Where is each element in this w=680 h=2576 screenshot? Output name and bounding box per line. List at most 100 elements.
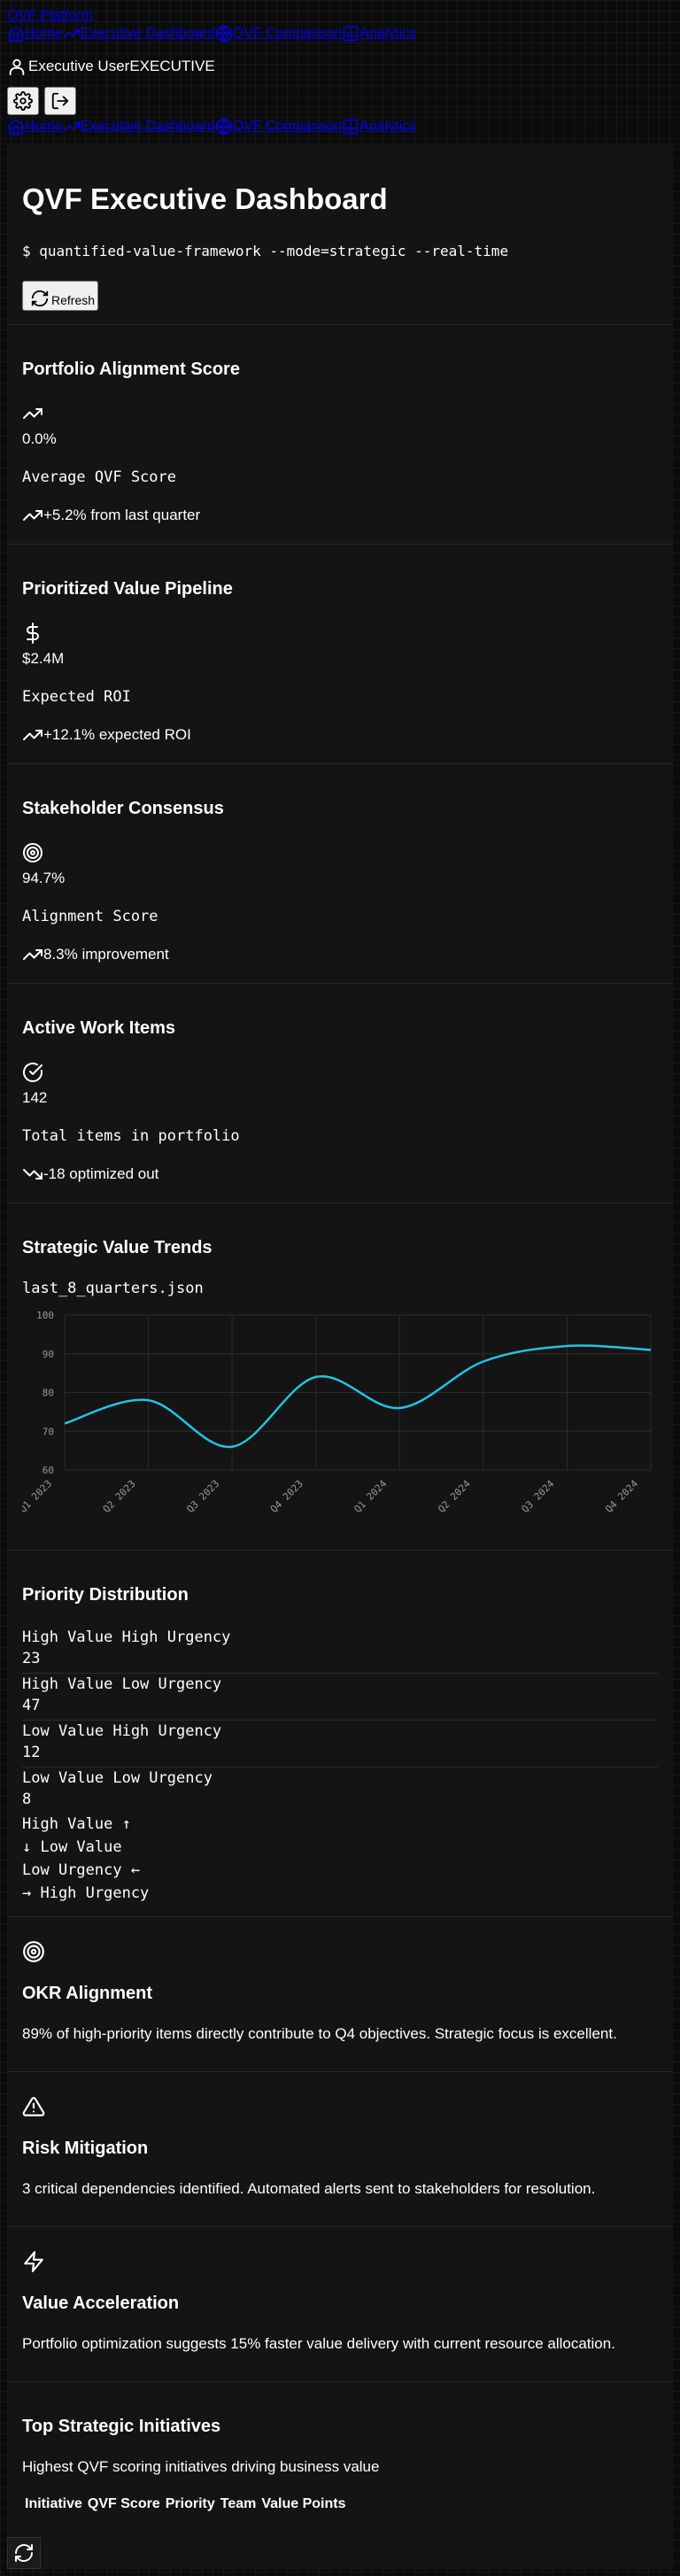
strategic-value-trends: Strategic Value Trends last_8_quarters.j… (7, 1203, 673, 1551)
nav-link-label: Executive Dashboard (80, 119, 215, 134)
nav-links: Home Executive Dashboard QVF Comparison … (7, 118, 416, 135)
nav-link-qvf-comparison[interactable]: QVF Comparison (215, 25, 342, 43)
refresh-icon (15, 2544, 33, 2562)
kpi-trend: -18 optimized out (22, 1164, 158, 1185)
insight-value-acceleration: Value Acceleration Portfolio optimizatio… (7, 2226, 673, 2382)
kpi-label: Average QVF Score (22, 468, 176, 486)
dashboard-main: QVF Executive Dashboard $ quantified-val… (7, 143, 673, 2570)
settings-button[interactable] (7, 87, 39, 115)
quadrant-label: High Value Low Urgency (22, 1675, 222, 1693)
nav-link-executive-dashboard[interactable]: Executive Dashboard (63, 25, 215, 43)
trending-up-icon (63, 122, 80, 131)
kpi-title: Portfolio Alignment Score (22, 360, 240, 379)
home-icon (8, 26, 24, 43)
kpi-value: 0.0% (22, 430, 57, 447)
kpi-label: Expected ROI (22, 688, 131, 706)
kpi-card-stakeholder-consensus: Stakeholder Consensus 94.7% Alignment Sc… (7, 763, 673, 984)
kpi-trend: +5.2% from last quarter (22, 505, 200, 526)
command-line: $ quantified-value-framework --mode=stra… (22, 243, 509, 259)
kpi-card-active-work-items: Active Work Items 142 Total items in por… (7, 983, 673, 1203)
kpi-value: 142 (22, 1089, 48, 1106)
column-header[interactable]: Initiative (25, 2496, 82, 2512)
priority-quadrant: High Value High Urgency 23 (22, 1628, 658, 1674)
kpi-trend: 8.3% improvement (22, 944, 169, 965)
header-actions (7, 87, 76, 115)
kpi-value: $2.4M (22, 650, 65, 667)
y-tick-label: 80 (42, 1388, 54, 1399)
trending-down-icon (23, 1169, 42, 1180)
x-tick-label: Q4 2023 (268, 1478, 305, 1515)
series-line (64, 1344, 652, 1449)
initiatives-subtitle: Highest QVF scoring initiatives driving … (22, 2458, 380, 2475)
kpi-label: Total items in portfolio (22, 1127, 240, 1145)
quadrant-count: 12 (22, 1744, 41, 1761)
user-role: EXECUTIVE (129, 58, 215, 74)
brand-link[interactable]: QVF Platform (7, 7, 416, 25)
user-name: Executive User (28, 58, 130, 74)
floating-refresh-button[interactable] (7, 2537, 41, 2569)
nav-link-analytics[interactable]: Analytics (342, 25, 416, 43)
column-header[interactable]: Value Points (261, 2496, 345, 2512)
kpi-value: 94.7% (22, 870, 66, 886)
trending-up-icon (63, 29, 80, 39)
x-tick-label: Q1 2024 (352, 1478, 389, 1515)
nav-link-label: Analytics (359, 26, 417, 41)
quadrant-label: High Value High Urgency (22, 1628, 231, 1646)
zap-icon (22, 2250, 45, 2273)
gear-icon (13, 91, 33, 111)
column-header[interactable]: Team (220, 2496, 257, 2512)
kpi-card-value-pipeline: Prioritized Value Pipeline $2.4M Expecte… (7, 544, 673, 764)
x-tick-label: Q2 2024 (436, 1478, 473, 1515)
bar-chart-icon (344, 119, 359, 135)
kpi-title: Prioritized Value Pipeline (22, 579, 233, 599)
kpi-trend: +12.1% expected ROI (22, 724, 191, 746)
alert-triangle-icon (22, 2095, 45, 2118)
home-icon (8, 119, 24, 135)
column-header[interactable]: QVF Score (88, 2496, 160, 2512)
top-strategic-initiatives: Top Strategic Initiatives Highest QVF sc… (7, 2381, 673, 2571)
axis-label-high-urgency: → High Urgency (22, 1884, 150, 1902)
logout-button[interactable] (44, 87, 76, 115)
quadrant-count: 23 (22, 1650, 41, 1667)
kpi-card-portfolio-alignment: Portfolio Alignment Score 0.0% Average Q… (7, 324, 673, 545)
nav-link-qvf-comparison[interactable]: QVF Comparison (215, 118, 343, 135)
x-tick-label: Q1 2023 (22, 1478, 54, 1515)
insight-text: 3 critical dependencies identified. Auto… (22, 2180, 596, 2197)
quadrant-count: 8 (22, 1791, 32, 1808)
globe-icon (215, 118, 232, 135)
priority-quadrant: Low Value High Urgency 12 (22, 1722, 658, 1768)
secondary-nav: Home Executive Dashboard QVF Comparison … (7, 118, 416, 135)
chart-title: Strategic Value Trends (22, 1238, 212, 1257)
priority-title: Priority Distribution (22, 1585, 189, 1605)
x-tick-label: Q4 2024 (603, 1478, 640, 1515)
user-info: Executive User EXECUTIVE (7, 57, 215, 76)
y-tick-label: 70 (42, 1426, 54, 1437)
nav-link-label: Executive Dashboard (80, 26, 215, 41)
y-tick-label: 90 (42, 1349, 54, 1360)
column-header[interactable]: Priority (166, 2496, 215, 2512)
insight-risk-mitigation: Risk Mitigation 3 critical dependencies … (7, 2071, 673, 2227)
bar-chart-icon (344, 26, 359, 42)
refresh-button[interactable]: Refresh (22, 281, 98, 311)
nav-link-analytics[interactable]: Analytics (342, 118, 416, 135)
top-nav: QVF Platform Home Executive Dashboard QV… (7, 7, 416, 43)
kpi-trend-text: +12.1% expected ROI (43, 726, 191, 743)
nav-link-executive-dashboard[interactable]: Executive Dashboard (63, 118, 215, 135)
kpi-title: Stakeholder Consensus (22, 799, 224, 818)
nav-link-label: QVF Comparison (232, 119, 343, 134)
nav-link-home[interactable]: Home (7, 118, 63, 135)
logout-icon (51, 92, 69, 110)
nav-link-home[interactable]: Home (7, 25, 63, 43)
trending-up-icon (23, 730, 42, 740)
initiatives-title: Top Strategic Initiatives (22, 2417, 221, 2436)
chart-source-file: last_8_quarters.json (22, 1280, 204, 1297)
insight-title: OKR Alignment (22, 1984, 153, 2003)
trending-up-icon (23, 949, 42, 960)
insight-okr-alignment: OKR Alignment 89% of high-priority items… (7, 1916, 673, 2072)
page-title: QVF Executive Dashboard (22, 182, 388, 215)
kpi-title: Active Work Items (22, 1018, 176, 1038)
refresh-label: Refresh (51, 293, 96, 307)
kpi-trend-text: -18 optimized out (43, 1165, 159, 1182)
nav-link-label: Home (25, 119, 63, 134)
x-tick-label: Q2 2023 (101, 1478, 138, 1515)
